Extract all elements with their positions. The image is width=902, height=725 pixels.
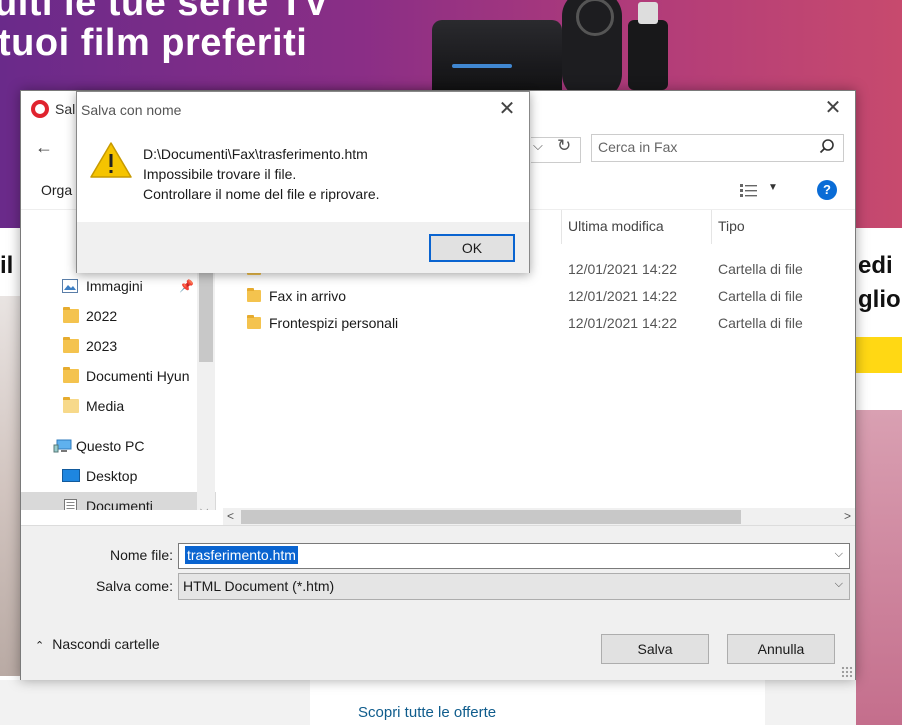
right-page-heading-2: gliori — [858, 286, 902, 313]
chevron-up-icon: ⌃ — [35, 640, 45, 652]
nav-label: Media — [86, 398, 125, 414]
column-header-type[interactable]: Tipo — [718, 218, 745, 234]
folder-icon — [247, 288, 261, 302]
all-offers-link[interactable]: Scopri tutte le offerte — [358, 704, 496, 721]
nav-item-documenti[interactable]: Documenti — [21, 492, 216, 510]
table-row[interactable]: Frontespizi personali 12/01/2021 14:22 C… — [221, 310, 841, 337]
cancel-button[interactable]: Annulla — [727, 634, 835, 664]
organize-menu[interactable]: Orga — [41, 182, 72, 198]
file-modified: 12/01/2021 14:22 — [568, 288, 677, 304]
folder-icon — [63, 397, 79, 413]
dialog-bottom-area: Nome file: trasferimento.htm ⌵ Salva com… — [21, 525, 855, 680]
promo-headline-line2: tuoi film preferiti — [0, 22, 308, 64]
savetype-value: HTML Document (*.htm) — [183, 578, 335, 594]
column-separator[interactable] — [711, 210, 712, 244]
right-page-button[interactable] — [856, 337, 902, 373]
nav-label: Immagini — [86, 278, 143, 294]
page-gutter-left — [0, 680, 310, 725]
filename-chevron-icon[interactable]: ⌵ — [835, 548, 843, 561]
error-footer: OK — [77, 222, 529, 273]
savetype-label: Salva come: — [95, 578, 173, 594]
right-page-card — [856, 228, 902, 338]
remote-image — [562, 0, 622, 100]
refresh-icon[interactable]: ↻ — [557, 136, 571, 156]
search-input[interactable] — [598, 139, 808, 155]
error-close-icon[interactable]: ✕ — [495, 98, 519, 122]
error-line-not-found: Impossibile trovare il file. — [143, 166, 297, 182]
file-type: Cartella di file — [718, 315, 803, 331]
nav-label: Documenti Hyun — [86, 368, 190, 384]
savetype-chevron-icon[interactable]: ⌵ — [835, 578, 843, 591]
filename-value[interactable]: trasferimento.htm — [185, 546, 298, 564]
nav-item-documenti-hyun[interactable]: Documenti Hyun — [21, 362, 216, 390]
left-page-heading: il — [0, 252, 14, 279]
search-icon[interactable] — [819, 137, 835, 157]
error-line-retry: Controllare il nome del file e riprovare… — [143, 186, 380, 202]
pin-icon[interactable]: 📌 — [179, 279, 194, 293]
fire-tv-stick-image — [628, 2, 668, 90]
back-arrow-icon[interactable]: ← — [35, 137, 53, 158]
view-chevron-icon[interactable]: ▼ — [768, 182, 778, 193]
warning-icon — [90, 142, 132, 178]
folder-icon — [63, 367, 79, 383]
save-button[interactable]: Salva — [601, 634, 709, 664]
column-separator[interactable] — [561, 210, 562, 244]
table-row[interactable]: Fax in arrivo 12/01/2021 14:22 Cartella … — [221, 283, 841, 310]
column-header-modified[interactable]: Ultima modifica — [568, 218, 664, 234]
nav-item-2022[interactable]: 2022 — [21, 302, 216, 330]
error-path: D:\Documenti\Fax\trasferimento.htm — [143, 146, 368, 162]
file-name: Frontespizi personali — [269, 315, 399, 331]
address-chevron-icon[interactable]: ⌵ — [533, 138, 543, 154]
resize-grip-icon[interactable] — [841, 666, 853, 678]
file-list-hscrollbar[interactable]: < > — [223, 508, 855, 526]
error-title: Salva con nome — [81, 102, 182, 118]
page-gutter-right — [765, 680, 856, 725]
nav-label: Documenti — [86, 498, 153, 510]
nav-item-media[interactable]: Media — [21, 392, 216, 420]
file-modified: 12/01/2021 14:22 — [568, 261, 677, 277]
nav-item-2023[interactable]: 2023 — [21, 332, 216, 360]
opera-logo-icon — [31, 100, 49, 118]
fire-tv-cube-image — [432, 20, 562, 100]
pictures-icon — [62, 279, 78, 293]
right-page-heading-1: edi — [858, 252, 893, 279]
file-type: Cartella di file — [718, 288, 803, 304]
filename-field[interactable]: trasferimento.htm ⌵ — [178, 543, 850, 569]
hide-folders-toggle[interactable]: ⌃ Nascondi cartelle — [35, 636, 160, 652]
dialog-title: Sal — [55, 101, 76, 117]
nav-item-desktop[interactable]: Desktop — [21, 462, 216, 490]
folder-icon — [63, 307, 79, 323]
dialog-close-icon[interactable]: ✕ — [821, 97, 845, 121]
file-modified: 12/01/2021 14:22 — [568, 315, 677, 331]
scroll-down-arrow-icon[interactable]: ⌵ — [200, 504, 208, 510]
folder-icon — [247, 315, 261, 329]
view-options-icon[interactable] — [739, 182, 759, 198]
nav-label: 2023 — [86, 338, 118, 354]
nav-item-immagini[interactable]: Immagini 📌 — [21, 272, 216, 300]
help-icon[interactable]: ? — [817, 180, 837, 200]
left-page-photo — [0, 296, 20, 676]
file-type: Cartella di file — [718, 261, 803, 277]
nav-label: 2022 — [86, 308, 118, 324]
folder-icon — [63, 337, 79, 353]
hscrollbar-thumb[interactable] — [241, 510, 741, 524]
right-page-image — [856, 410, 902, 725]
documents-icon — [64, 499, 77, 510]
savetype-select[interactable]: HTML Document (*.htm) ⌵ — [178, 573, 850, 600]
scroll-right-arrow-icon[interactable]: > — [844, 509, 851, 523]
desktop-icon — [62, 469, 80, 482]
file-name: Fax in arrivo — [269, 288, 347, 304]
error-message-box: Salva con nome ✕ D:\Documenti\Fax\trasfe… — [76, 91, 530, 273]
filename-label: Nome file: — [109, 547, 173, 563]
ok-button[interactable]: OK — [429, 234, 515, 262]
hide-folders-label: Nascondi cartelle — [52, 636, 160, 652]
scroll-left-arrow-icon[interactable]: < — [227, 509, 234, 523]
nav-label: Desktop — [86, 468, 138, 484]
search-box[interactable] — [591, 134, 844, 162]
computer-icon — [53, 439, 72, 453]
nav-label: Questo PC — [76, 438, 145, 454]
nav-item-questo-pc[interactable]: Questo PC — [21, 432, 216, 460]
